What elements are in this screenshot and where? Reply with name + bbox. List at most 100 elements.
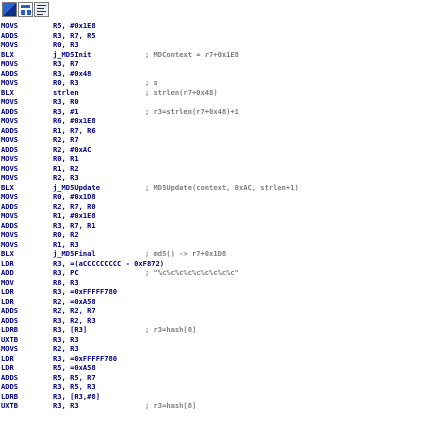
code-line[interactable]: ADDS R2, R2, R7: [1, 306, 446, 316]
code-line[interactable]: ADDS R3, R7, R5: [1, 31, 446, 41]
operands: R3, [R3,#8]: [53, 391, 100, 401]
code-line[interactable]: ADDS R2, R7, R0: [1, 202, 446, 212]
mnemonic: MOV: [1, 277, 14, 287]
code-line[interactable]: MOVS R2, R3: [1, 173, 446, 183]
operands: R2, #0xAC: [53, 144, 92, 154]
code-line[interactable]: MOVS R0, R3: [1, 40, 446, 50]
code-line[interactable]: LDR R2, =0xA58: [1, 297, 446, 307]
mnemonic: MOVS: [1, 211, 19, 220]
operands: R3, R3: [53, 401, 79, 410]
operands: R0, #0x1D8: [53, 192, 96, 201]
disassembly-listing[interactable]: MOVS R5, #0x1E8 ADDS R3, R7, R5 MOVS R0, R3 BL…: [1, 21, 446, 411]
mnemonic: ADDS: [1, 125, 19, 135]
operands: R3, =0xFFFFF780: [53, 287, 118, 296]
code-line[interactable]: ADD R3, PC ; "%c%c%c%c%c%c%c%c%c": [1, 268, 446, 278]
code-line[interactable]: ADDS R3, R2, R3: [1, 316, 446, 326]
mnemonic: MOVS: [1, 135, 19, 144]
mnemonic: LDR: [1, 363, 14, 372]
mnemonic: MOVS: [1, 40, 19, 49]
operands: R2, R7, R0: [53, 201, 96, 211]
code-line[interactable]: MOVS R0, R3 ; s: [1, 78, 446, 88]
mnemonic: ADD: [1, 268, 14, 277]
operands: R0, R3: [53, 40, 79, 49]
code-line[interactable]: MOVS R6, #0x1E8: [1, 116, 446, 126]
code-line[interactable]: ADDS R1, R7, R6: [1, 126, 446, 136]
comment: ; MDContext = r7+0x1E8: [145, 49, 239, 59]
operands: R3, #1: [53, 106, 79, 116]
text-view-icon[interactable]: [34, 2, 49, 17]
code-line[interactable]: MOVS R2, R3: [1, 344, 446, 354]
mnemonic: ADDS: [1, 220, 19, 230]
operands: R0, R1: [53, 154, 79, 163]
mnemonic: MOVS: [1, 59, 19, 68]
code-line[interactable]: ADDS R2, #0xAC: [1, 145, 446, 155]
operands: R1, R7, R6: [53, 125, 96, 135]
mnemonic: MOVS: [1, 116, 19, 125]
comment: ; MD5Update(context, 0xAC, strlen+1): [145, 182, 299, 192]
mnemonic: MOVS: [1, 192, 19, 201]
mnemonic: ADDS: [1, 201, 19, 211]
code-line[interactable]: LDRB R3, [R3] ; r3=hash[0]: [1, 325, 446, 335]
code-line[interactable]: MOVS R1, #0x1E8: [1, 211, 446, 221]
code-line[interactable]: LDR R3, =0xFFFFF780: [1, 287, 446, 297]
operands: R3, [R3]: [53, 325, 88, 334]
mnemonic: UXTB: [1, 334, 19, 344]
code-line[interactable]: BLX j_MD5Update ; MD5Update(context, 0xAC,…: [1, 183, 446, 193]
mnemonic: LDR: [1, 296, 14, 306]
code-line[interactable]: ADDS R3, #0x48: [1, 69, 446, 79]
code-line[interactable]: LDR R3, =0xFFFFF780: [1, 354, 446, 364]
comment: ; r3=hash[8]: [145, 401, 197, 410]
code-line[interactable]: LDR R3, =(aCCCCCCCCC - 0xF872): [1, 259, 446, 269]
code-line[interactable]: BLX strlen ; strlen(r7+0x48): [1, 88, 446, 98]
code-line[interactable]: ADDS R3, R5, R3: [1, 382, 446, 392]
code-line[interactable]: ADDS R3, R7, R1: [1, 221, 446, 231]
comment: ; r3=strlen(r7+0x48)+1: [145, 106, 239, 116]
code-line[interactable]: MOV R8, R3: [1, 278, 446, 288]
mnemonic: MOVS: [1, 239, 19, 249]
code-line[interactable]: LDR R5, =0xA58: [1, 363, 446, 373]
code-line[interactable]: ADDS R3, #1 ; r3=strlen(r7+0x48)+1: [1, 107, 446, 117]
code-line[interactable]: BLX j_MD5Init ; MDContext = r7+0x1E8: [1, 50, 446, 60]
mnemonic: BLX: [1, 87, 14, 97]
code-line[interactable]: MOVS R0, R1: [1, 154, 446, 164]
operands: R1, R2: [53, 163, 79, 173]
mnemonic: MOVS: [1, 173, 19, 182]
disassembly-view-icon[interactable]: [2, 2, 17, 17]
comment: ; s: [145, 78, 158, 87]
code-line[interactable]: MOVS R1, R2: [1, 164, 446, 174]
operands: R5, #0x1E8: [53, 21, 96, 30]
mnemonic: ADDS: [1, 382, 19, 391]
code-line[interactable]: LDRB R3, [R3,#8]: [1, 392, 446, 402]
operands: R3, R2, R3: [53, 315, 96, 325]
code-line[interactable]: MOVS R2, R7: [1, 135, 446, 145]
operands: R6, #0x1E8: [53, 116, 96, 125]
code-line[interactable]: MOVS R1, R3: [1, 240, 446, 250]
operands: R5, R5, R7: [53, 372, 96, 382]
operands: R2, R2, R7: [53, 306, 96, 315]
mnemonic: ADDS: [1, 144, 19, 154]
mnemonic: LDRB: [1, 391, 19, 401]
code-line[interactable]: ADDS R5, R5, R7: [1, 373, 446, 383]
operands: R3, R0: [53, 97, 79, 106]
operands: j_MD5Init: [53, 49, 92, 59]
code-line[interactable]: BLX j_MD5Final ; md5() -> r7+0x1D8: [1, 249, 446, 259]
mnemonic: MOVS: [1, 230, 19, 239]
mnemonic: LDR: [1, 353, 14, 363]
operands: R3, PC: [53, 268, 79, 277]
operands: R3, R7, R5: [53, 30, 96, 40]
code-line[interactable]: MOVS R0, R2: [1, 230, 446, 240]
code-line[interactable]: MOVS R0, #0x1D8: [1, 192, 446, 202]
mnemonic: LDRB: [1, 325, 19, 334]
graph-view-icon[interactable]: [18, 2, 33, 17]
operands: strlen: [53, 87, 79, 97]
code-line[interactable]: MOVS R3, R7: [1, 59, 446, 69]
mnemonic: MOVS: [1, 97, 19, 106]
code-line[interactable]: UXTB R3, R3 ; r3=hash[8]: [1, 401, 446, 411]
code-line[interactable]: MOVS R5, #0x1E8: [1, 21, 446, 31]
operands: R3, R3: [53, 334, 79, 344]
code-line[interactable]: MOVS R3, R0: [1, 97, 446, 107]
code-line[interactable]: UXTB R3, R3: [1, 335, 446, 345]
operands: R3, =0xFFFFF780: [53, 353, 118, 363]
mnemonic: ADDS: [1, 306, 19, 315]
operands: R0, R2: [53, 230, 79, 239]
